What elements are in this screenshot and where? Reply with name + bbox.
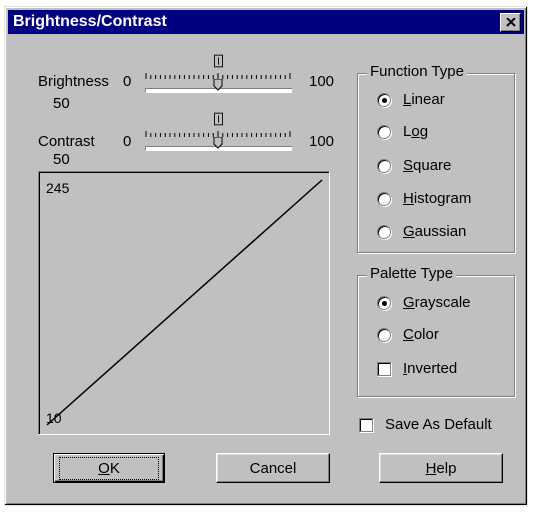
radio-linear[interactable]: Linear: [377, 90, 507, 112]
checkbox-box[interactable]: [377, 362, 391, 376]
inverted-label: Inverted: [403, 360, 458, 377]
radio-gaussian-label: Gaussian: [403, 223, 467, 240]
contrast-slider-pointer[interactable]: [213, 137, 223, 149]
ok-button-label: OK: [59, 456, 159, 480]
radio-histogram-label: Histogram: [403, 190, 472, 207]
ok-button[interactable]: OK: [53, 453, 165, 483]
radio-grayscale-label: Grayscale: [403, 294, 471, 311]
transfer-function-plot: 245 10: [38, 171, 330, 435]
help-button-label: Help: [425, 459, 457, 477]
radio-log-label: Log: [403, 123, 429, 140]
title-bar[interactable]: Brightness/Contrast: [8, 10, 524, 34]
close-button[interactable]: [500, 13, 521, 32]
contrast-slider-thumb[interactable]: [214, 111, 223, 127]
radio-gaussian[interactable]: Gaussian: [377, 222, 507, 244]
brightness-slider-thumb[interactable]: [214, 53, 223, 69]
radio-color[interactable]: Color: [377, 325, 507, 347]
contrast-min: 0: [123, 133, 132, 150]
plot-min-label: 10: [46, 410, 62, 426]
inverted-checkbox[interactable]: Inverted: [377, 359, 507, 381]
plot-max-label: 245: [46, 180, 70, 196]
cancel-button-label: Cancel: [249, 459, 297, 477]
contrast-value: 50: [53, 151, 70, 168]
brightness-value: 50: [53, 95, 70, 112]
radio-histogram[interactable]: Histogram: [377, 189, 507, 211]
radio-square-label: Square: [403, 157, 452, 174]
help-button[interactable]: Help: [379, 453, 503, 483]
palette-type-title: Palette Type: [367, 265, 457, 282]
radio-square[interactable]: Square: [377, 156, 507, 178]
cancel-button[interactable]: Cancel: [216, 453, 330, 483]
radio-linear-label: Linear: [403, 91, 445, 108]
brightness-slider-pointer[interactable]: [213, 79, 223, 91]
radio-grayscale[interactable]: Grayscale: [377, 293, 507, 315]
function-type-title: Function Type: [367, 63, 467, 80]
radio-button[interactable]: [377, 192, 391, 206]
window-title: Brightness/Contrast: [13, 13, 167, 30]
contrast-label: Contrast: [38, 133, 95, 150]
brightness-min: 0: [123, 73, 132, 90]
brightness-max: 100: [309, 73, 335, 90]
save-as-default-label: Save As Default: [385, 416, 492, 433]
close-icon: [505, 18, 516, 27]
brightness-label: Brightness: [38, 73, 109, 90]
radio-button[interactable]: [377, 93, 391, 107]
brightness-contrast-dialog: Brightness/Contrast Brightness 50 0 100 …: [4, 6, 528, 506]
radio-button[interactable]: [377, 125, 391, 139]
brightness-slider[interactable]: [145, 51, 293, 97]
radio-button[interactable]: [377, 296, 391, 310]
radio-log[interactable]: Log: [377, 122, 507, 144]
radio-button[interactable]: [377, 159, 391, 173]
contrast-slider[interactable]: [145, 109, 293, 155]
radio-button[interactable]: [377, 328, 391, 342]
radio-color-label: Color: [403, 326, 439, 343]
radio-button[interactable]: [377, 225, 391, 239]
transfer-curve: [46, 179, 323, 426]
save-as-default-checkbox[interactable]: Save As Default: [359, 415, 519, 437]
contrast-max: 100: [309, 133, 335, 150]
checkbox-box[interactable]: [359, 418, 373, 432]
